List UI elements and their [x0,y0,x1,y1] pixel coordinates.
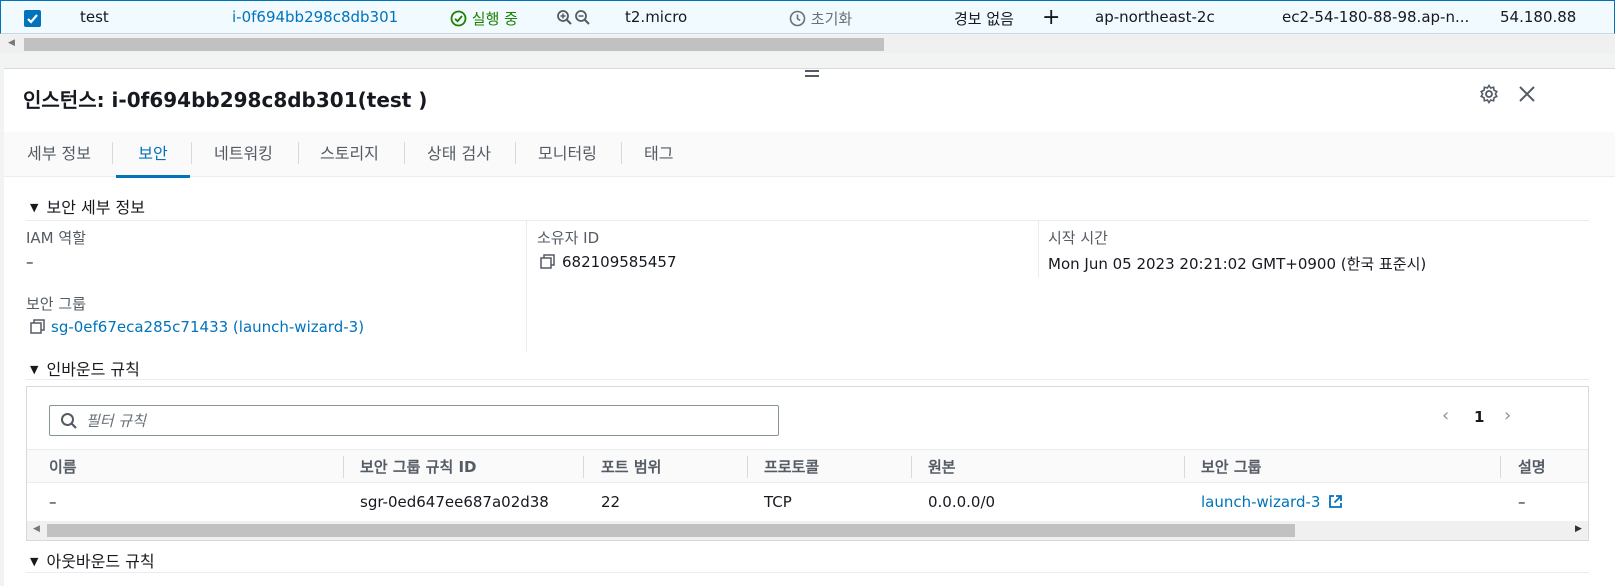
next-page-icon[interactable]: › [1504,405,1511,426]
tab-details[interactable]: 세부 정보 [27,140,91,178]
col-security-group[interactable]: 보안 그룹 [1201,456,1261,477]
tab-status-checks[interactable]: 상태 검사 [427,140,491,178]
security-group-value: sg-0ef67eca285c71433 (launch-wizard-3) [30,318,364,336]
public-ip: 54.180.88 [1500,8,1577,26]
tab-networking[interactable]: 네트워킹 [214,140,273,178]
col-port-range[interactable]: 포트 범위 [601,456,661,477]
owner-id-text: 682109585457 [562,253,677,271]
scrollbar-thumb[interactable] [47,524,1295,537]
tab-storage[interactable]: 스토리지 [320,140,379,178]
cell-rule-id: sgr-0ed647ee687a02d38 [360,493,549,511]
status-check: 초기화 [789,8,852,29]
running-check-circle-icon [450,10,467,27]
tab-tags[interactable]: 태그 [644,140,673,178]
status-check-label: 초기화 [810,10,853,28]
col-name[interactable]: 이름 [49,456,77,477]
iam-role-value: – [26,253,34,271]
security-details-toggle[interactable]: ▼ 보안 세부 정보 [30,194,145,218]
owner-id-value: 682109585457 [540,253,677,271]
instance-state-label: 실행 중 [471,10,518,28]
inbound-rules-toggle[interactable]: ▼ 인바운드 규칙 [30,356,140,380]
row-checkbox[interactable] [24,10,41,27]
external-link-icon [1329,495,1343,508]
inbound-table-header: 이름 보안 그룹 규칙 ID 포트 범위 프로토콜 원본 보안 그룹 설명 [27,449,1588,483]
scroll-right-arrow-icon[interactable]: ▶ [1575,524,1582,534]
col-description[interactable]: 설명 [1518,456,1588,477]
prev-page-icon[interactable]: ‹ [1442,405,1449,426]
instance-row-selected[interactable]: test i-0f694bb298c8db301 실행 중 t2.micro 초… [0,0,1615,34]
outbound-rules-heading: 아웃바운드 규칙 [46,552,155,571]
inbound-table-scrollbar[interactable]: ◀ ▶ [27,521,1588,540]
detail-tabs: 세부 정보 보안 네트워킹 스토리지 상태 검사 모니터링 태그 [4,132,1615,178]
iam-role-label: IAM 역할 [26,229,86,247]
availability-zone: ap-northeast-2c [1095,8,1215,26]
cell-port: 22 [601,493,621,511]
launch-time-label: 시작 시간 [1048,229,1108,247]
col-protocol[interactable]: 프로토콜 [764,456,819,477]
tab-security[interactable]: 보안 [116,140,190,178]
cell-security-group[interactable]: launch-wizard-3 [1201,493,1343,511]
security-details-heading: 보안 세부 정보 [46,198,145,217]
tab-monitoring[interactable]: 모니터링 [538,140,597,178]
col-source[interactable]: 원본 [928,456,956,477]
caret-down-icon: ▼ [30,555,39,568]
outbound-rules-toggle[interactable]: ▼ 아웃바운드 규칙 [30,548,155,572]
search-icon [61,413,77,429]
panel-title: 인스턴스: i-0f694bb298c8db301(test ) [23,88,428,112]
security-group-label: 보안 그룹 [26,295,86,313]
add-alarm-plus-icon[interactable]: + [1042,5,1060,30]
launch-time-value: Mon Jun 05 2023 20:21:02 GMT+0900 (한국 표준… [1048,255,1427,273]
security-group-link[interactable]: sg-0ef67eca285c71433 (launch-wizard-3) [51,318,364,336]
scroll-left-arrow-icon[interactable]: ◀ [8,38,15,48]
scrollbar-thumb[interactable] [24,38,884,51]
panel-resize-handle-icon[interactable] [805,70,819,82]
settings-gear-icon[interactable] [1478,83,1500,105]
cell-source: 0.0.0.0/0 [928,493,996,511]
inbound-rules-table: ‹ 1 › 이름 보안 그룹 규칙 ID 포트 범위 프로토콜 원본 보안 그룹… [26,386,1589,541]
copy-icon[interactable] [540,254,555,269]
alarm-status: 경보 없음 [954,10,1014,28]
cell-description: – [1518,493,1526,511]
caret-down-icon: ▼ [30,201,39,214]
current-page[interactable]: 1 [1474,408,1484,426]
instance-name: test [80,8,109,26]
public-dns: ec2-54-180-88-98.ap-n... [1282,8,1470,26]
scroll-left-arrow-icon[interactable]: ◀ [33,524,40,534]
clock-icon [789,10,806,27]
inbound-rules-heading: 인바운드 규칙 [46,360,140,379]
zoom-in-out-icon [557,10,590,25]
security-group-row-link[interactable]: launch-wizard-3 [1201,493,1320,511]
col-rule-id[interactable]: 보안 그룹 규칙 ID [360,456,477,477]
filter-rules-input[interactable] [86,411,766,431]
caret-down-icon: ▼ [30,363,39,376]
copy-icon[interactable] [30,319,45,334]
close-panel-icon[interactable] [1516,83,1538,105]
cell-protocol: TCP [764,493,792,511]
zoom-icons [556,9,592,31]
check-icon [27,14,38,24]
instance-type: t2.micro [625,8,688,26]
instances-table-scrollbar[interactable]: ◀ [0,35,1615,53]
instance-state: 실행 중 [450,8,518,29]
owner-id-label: 소유자 ID [537,229,600,247]
instance-id-link[interactable]: i-0f694bb298c8db301 [232,8,398,26]
cell-name: – [49,493,57,511]
filter-rules-box[interactable] [49,405,779,436]
